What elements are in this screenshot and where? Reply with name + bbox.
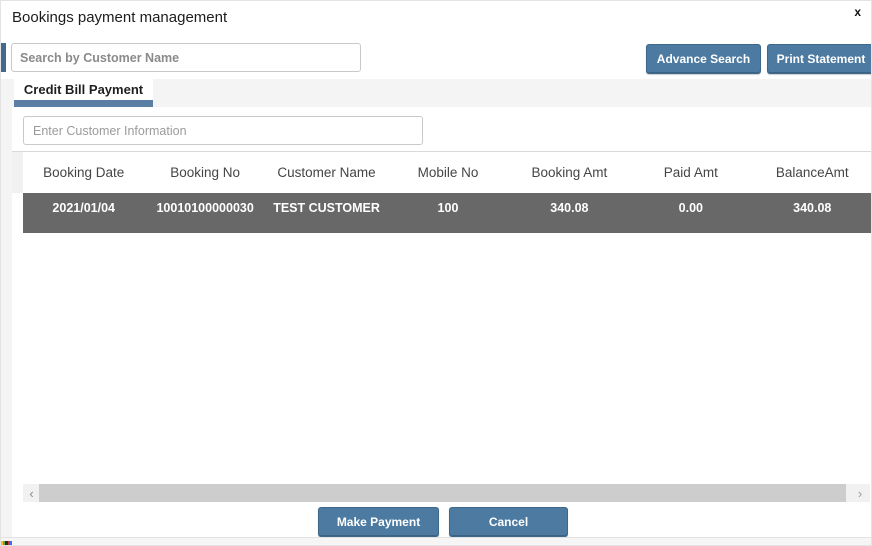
cell-paid-amt: 0.00 [678, 201, 703, 215]
table-header-row: Booking Date Booking No Customer Name Mo… [12, 151, 871, 193]
search-input[interactable] [11, 43, 361, 72]
dialog-title: Bookings payment management [12, 9, 228, 26]
advance-search-button[interactable]: Advance Search [646, 44, 761, 74]
column-header-booking-amt[interactable]: Booking Amt [509, 152, 630, 193]
cancel-button[interactable]: Cancel [449, 507, 568, 537]
column-header-mobile-no[interactable]: Mobile No [387, 152, 508, 193]
cell-balance-amt: 340.08 [793, 201, 832, 215]
horizontal-scrollbar[interactable]: ‹ › [23, 484, 870, 502]
footer-strip [1, 537, 871, 545]
column-header-booking-date[interactable]: Booking Date [23, 152, 144, 193]
active-tab-underline [14, 100, 153, 107]
close-icon[interactable]: x [850, 3, 865, 21]
scroll-left-icon[interactable]: ‹ [23, 484, 40, 502]
left-accent-fragment [1, 43, 6, 72]
cell-booking-amt: 340.08 [550, 201, 589, 215]
column-header-balance-amt[interactable]: BalanceAmt [752, 152, 871, 193]
cell-booking-no: 10010100000030 [156, 201, 254, 215]
tab-credit-bill-payment[interactable]: Credit Bill Payment [14, 79, 153, 100]
customer-information-input[interactable] [23, 116, 423, 145]
cell-booking-date: 2021/01/04 [52, 201, 115, 215]
cell-mobile-no: 100 [437, 201, 459, 215]
scrollbar-thumb[interactable] [39, 484, 846, 502]
table-row[interactable]: 2021/01/04 10010100000030 TEST CUSTOMER … [23, 193, 871, 233]
column-header-paid-amt[interactable]: Paid Amt [630, 152, 751, 193]
make-payment-button[interactable]: Make Payment [318, 507, 439, 537]
tab-strip: Credit Bill Payment [1, 79, 871, 107]
row-header-cell [12, 152, 23, 193]
scroll-right-icon[interactable]: › [850, 484, 870, 502]
column-header-booking-no[interactable]: Booking No [144, 152, 265, 193]
taskbar-icon-fragment [1, 541, 13, 545]
left-gutter [1, 107, 12, 540]
column-header-customer-name[interactable]: Customer Name [266, 152, 387, 193]
cell-customer-name: TEST CUSTOMER [273, 201, 380, 215]
bookings-payment-dialog: Bookings payment management x Advance Se… [0, 0, 872, 546]
print-statement-button[interactable]: Print Statement [767, 44, 871, 74]
